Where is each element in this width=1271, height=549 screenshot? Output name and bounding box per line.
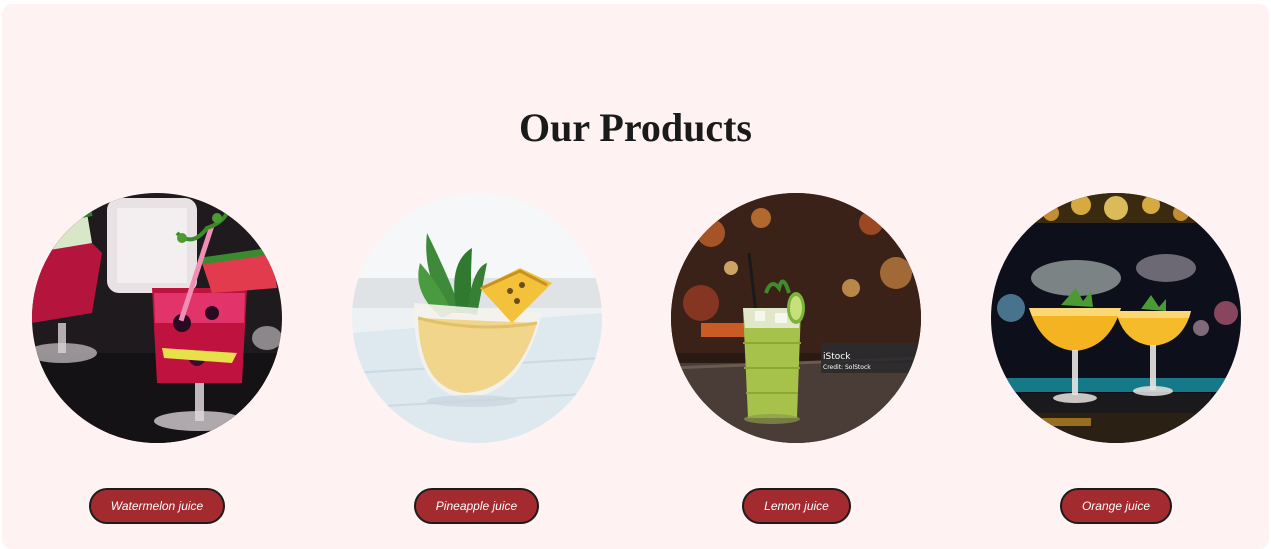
lemon-juice-photo: iStock Credit: SolStock — [671, 193, 921, 443]
watermark-brand: iStock — [823, 352, 851, 362]
watermelon-juice-button[interactable]: Watermelon juice — [89, 488, 225, 524]
lemon-juice-button[interactable]: Lemon juice — [742, 488, 851, 524]
orange-juice-photo — [991, 193, 1241, 443]
watermark-credit: Credit: SolStock — [823, 364, 871, 371]
product-card-lemon: iStock Credit: SolStock Lemon juice — [671, 193, 921, 533]
section-title: Our Products — [519, 105, 752, 150]
pineapple-juice-button[interactable]: Pineapple juice — [414, 488, 539, 524]
product-card-watermelon: Watermelon juice — [32, 193, 282, 533]
product-card-orange: Orange juice — [991, 193, 1241, 533]
orange-juice-button[interactable]: Orange juice — [1060, 488, 1172, 524]
product-card-pineapple: Pineapple juice — [352, 193, 602, 533]
pineapple-juice-photo — [352, 193, 602, 443]
watermelon-juice-photo — [32, 193, 282, 443]
